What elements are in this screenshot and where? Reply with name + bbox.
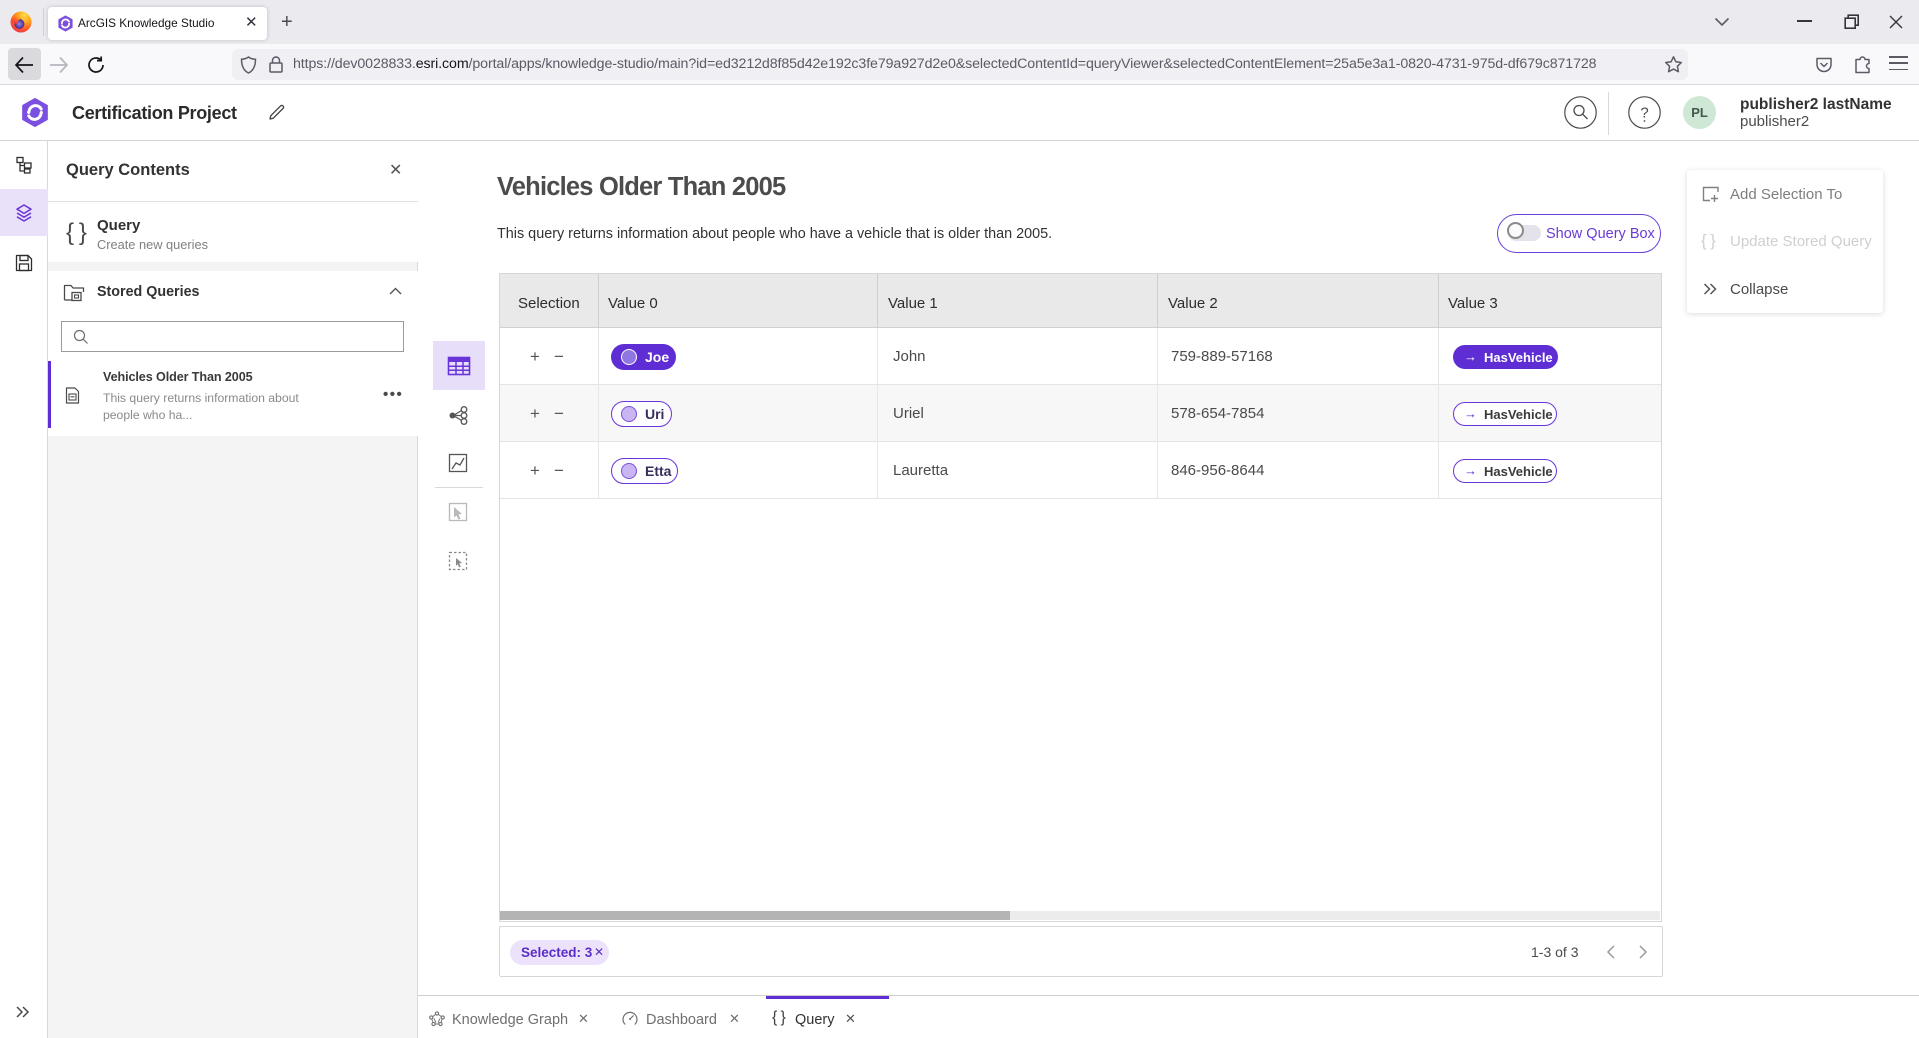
svg-text:?: ? bbox=[1640, 105, 1648, 122]
